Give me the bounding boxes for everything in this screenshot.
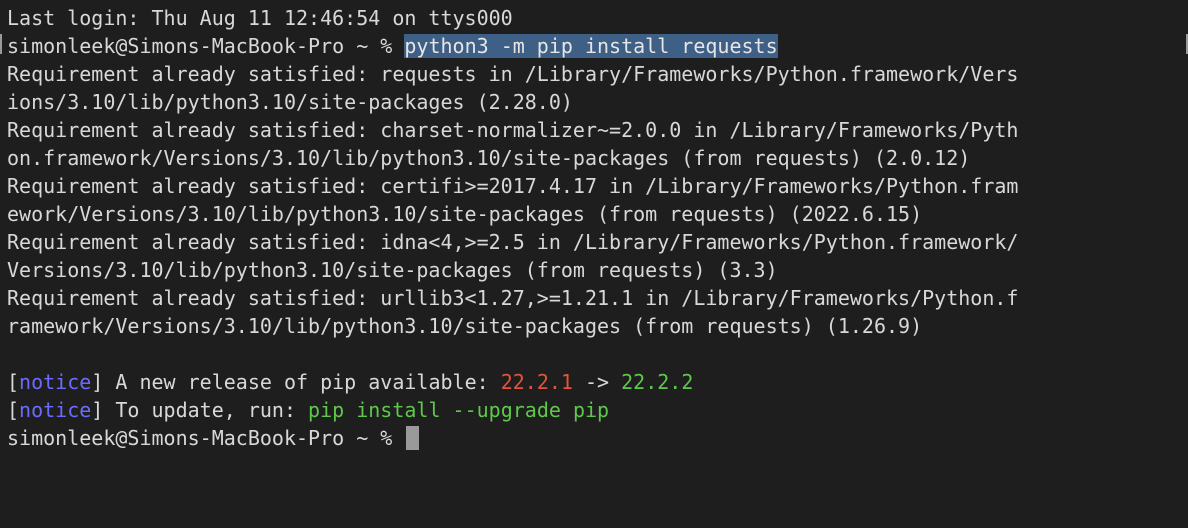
version-arrow: -> [572,370,622,394]
pip-notice-update-line: [notice] To update, run: pip install --u… [7,396,1188,424]
terminal-window[interactable]: Last login: Thu Aug 11 12:46:54 on ttys0… [0,0,1188,528]
upgrade-command: pip install --upgrade pip [308,398,610,422]
notice-bracket-open: [ [7,398,20,422]
output-line: Versions/3.10/lib/python3.10/site-packag… [7,258,778,282]
output-line: on.framework/Versions/3.10/lib/python3.1… [7,146,971,170]
final-prompt-line[interactable]: simonleek@Simons-MacBook-Pro ~ % [7,424,1188,452]
output-line: ework/Versions/3.10/lib/python3.10/site-… [7,202,923,226]
notice-bracket-close: ] [91,398,104,422]
output-line: Requirement already satisfied: certifi>=… [7,174,1019,198]
text-cursor[interactable] [406,426,420,450]
notice-bracket-close: ] [91,370,104,394]
notice-bracket-open: [ [7,370,20,394]
notice-text: To update, run: [103,398,309,422]
notice-tag: notice [19,370,92,394]
last-login-line: Last login: Thu Aug 11 12:46:54 on ttys0… [7,6,513,30]
shell-prompt: simonleek@Simons-MacBook-Pro ~ % [7,34,405,58]
output-line: Requirement already satisfied: urllib3<1… [7,286,1019,310]
output-line: ions/3.10/lib/python3.10/site-packages (… [7,90,573,114]
output-line: Requirement already satisfied: idna<4,>=… [7,230,1019,254]
output-line: Requirement already satisfied: charset-n… [7,118,1019,142]
left-line-marker [0,34,2,54]
selected-command[interactable]: python3 -m pip install requests [404,34,778,58]
output-line: ramework/Versions/3.10/lib/python3.10/si… [7,314,923,338]
notice-text: A new release of pip available: [103,370,501,394]
command-line: simonleek@Simons-MacBook-Pro ~ % python3… [7,32,1188,60]
output-line: Requirement already satisfied: requests … [7,62,1019,86]
new-version: 22.2.2 [621,370,694,394]
shell-prompt: simonleek@Simons-MacBook-Pro ~ % [7,426,405,450]
old-version: 22.2.1 [500,370,573,394]
pip-notice-release-line: [notice] A new release of pip available:… [7,368,1188,396]
notice-tag: notice [19,398,92,422]
